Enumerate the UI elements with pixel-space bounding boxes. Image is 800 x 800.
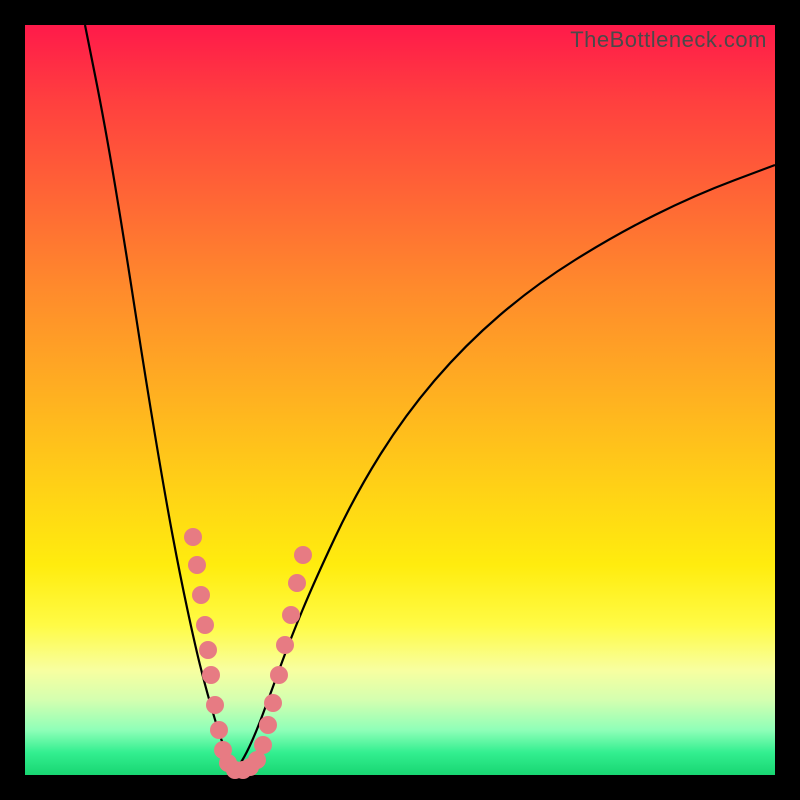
marker-point (210, 721, 228, 739)
marker-point (282, 606, 300, 624)
marker-point (196, 616, 214, 634)
marker-point (254, 736, 272, 754)
marker-point (270, 666, 288, 684)
marker-point (206, 696, 224, 714)
marker-point (192, 586, 210, 604)
marker-point (199, 641, 217, 659)
marker-point (259, 716, 277, 734)
marker-point (264, 694, 282, 712)
plot-area: TheBottleneck.com (25, 25, 775, 775)
curve-left-branch (85, 25, 235, 770)
marker-group (184, 528, 312, 779)
curve-right-branch (235, 165, 775, 770)
chart-svg (25, 25, 775, 775)
marker-point (188, 556, 206, 574)
marker-point (294, 546, 312, 564)
marker-point (288, 574, 306, 592)
marker-point (276, 636, 294, 654)
marker-point (202, 666, 220, 684)
chart-frame: TheBottleneck.com (0, 0, 800, 800)
marker-point (184, 528, 202, 546)
